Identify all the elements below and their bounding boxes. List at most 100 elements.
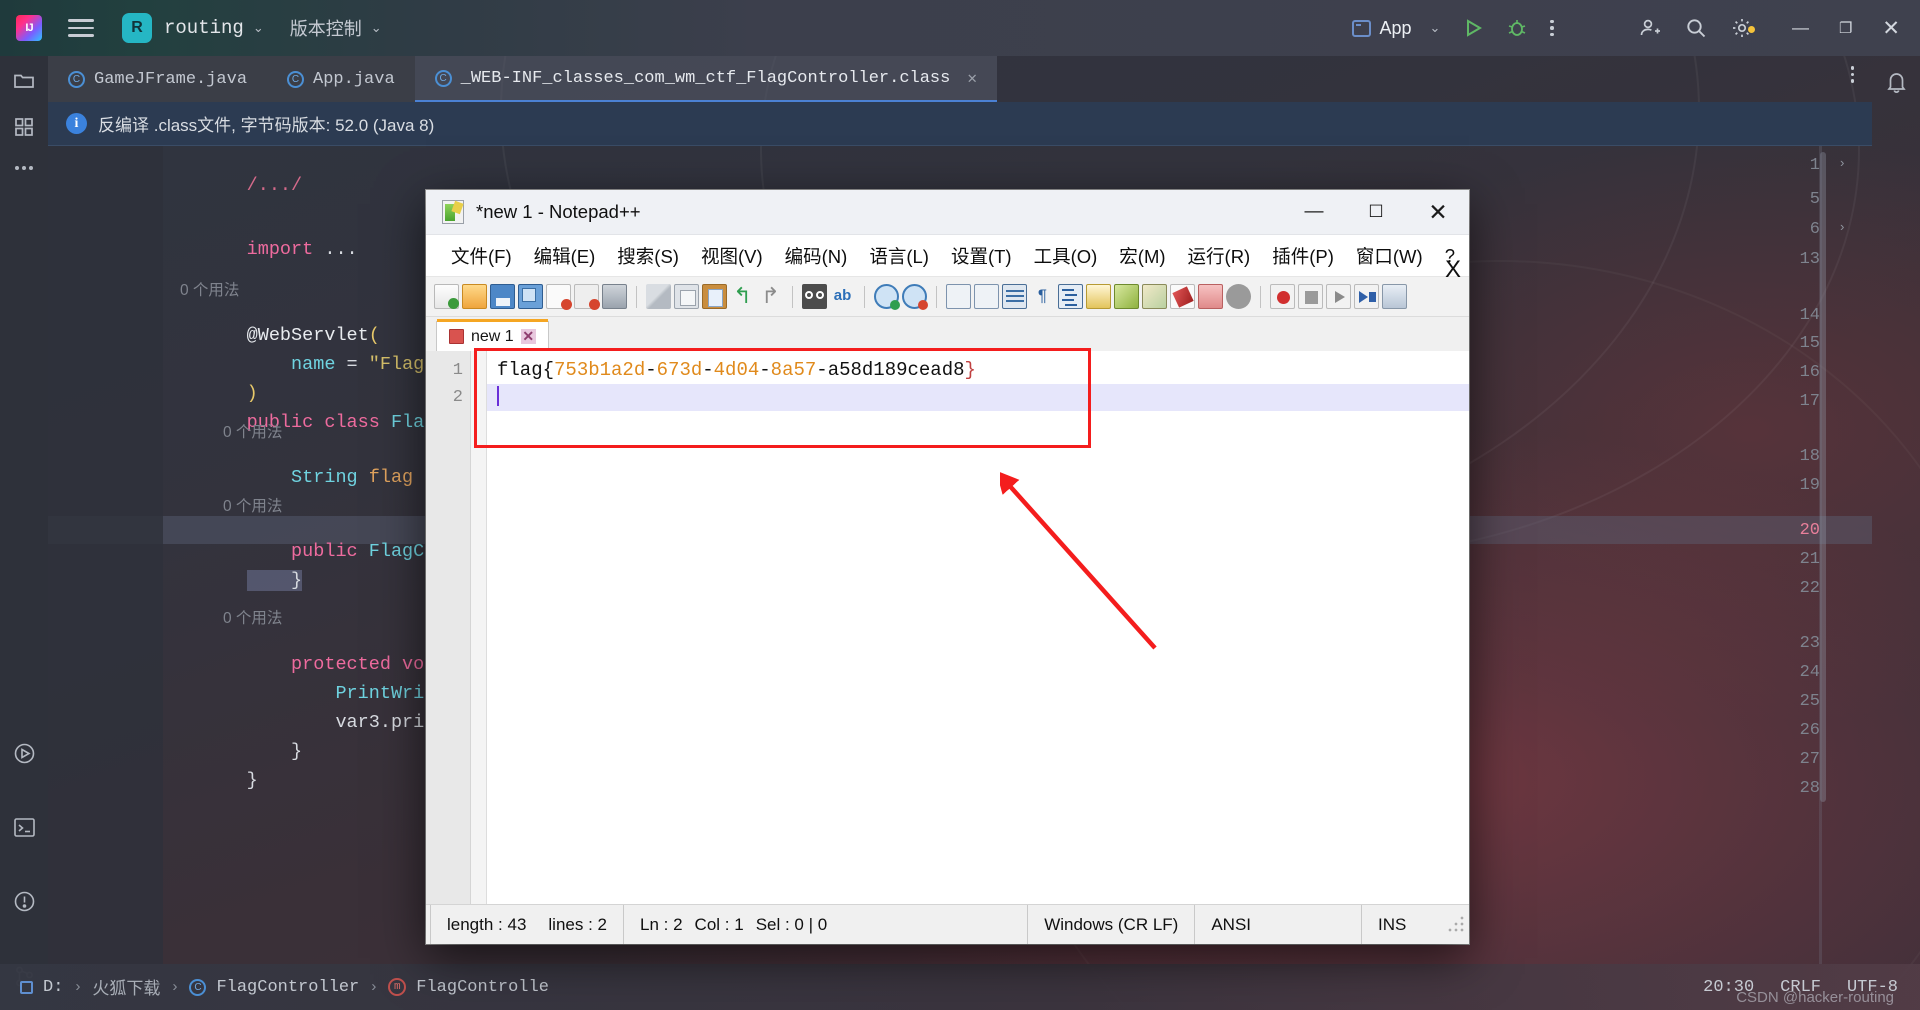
search-icon[interactable] [1684,16,1708,40]
breadcrumb-item-folder[interactable]: 火狐下载 [92,974,160,1000]
monitor-icon[interactable] [1226,284,1251,309]
run-icon[interactable] [1462,17,1484,39]
indent-guide-icon[interactable] [1058,284,1083,309]
menu-run[interactable]: 运行(R) [1177,240,1262,272]
status-encoding[interactable]: ANSI [1195,905,1363,944]
save-all-icon[interactable] [518,284,543,309]
open-file-icon[interactable] [462,284,487,309]
notifications-icon[interactable] [1885,70,1908,99]
menu-file[interactable]: 文件(F) [440,240,523,272]
sync-scroll-h-icon[interactable] [974,284,999,309]
debug-icon[interactable] [1506,17,1528,39]
menu-edit[interactable]: 编辑(E) [523,240,607,272]
find-icon[interactable] [802,284,827,309]
menu-search[interactable]: 搜索(S) [606,240,690,272]
structure-tool-icon[interactable] [13,116,35,138]
chevron-down-icon[interactable]: ⌄ [371,20,382,36]
play-macro-icon[interactable] [1326,284,1351,309]
close-all-icon[interactable] [574,284,600,310]
doc-map-icon[interactable] [1142,284,1167,309]
chevron-down-icon[interactable]: ⌄ [253,20,264,36]
main-menu-icon[interactable] [68,19,94,37]
notepad-editor-area[interactable]: 1 2 flag{753b1a2d-673d-4d04-8a57-a58d189… [426,351,1469,904]
project-tool-icon[interactable] [13,70,35,90]
status-insert-mode[interactable]: INS [1362,905,1422,944]
play-macro-multi-icon[interactable] [1354,284,1379,309]
close-file-icon[interactable] [546,284,572,310]
close-button[interactable]: ✕ [1882,16,1900,41]
vcs-menu[interactable]: 版本控制 [290,15,362,41]
tab-flagcontroller-class[interactable]: C _WEB-INF_classes_com_wm_ctf_FlagContro… [414,56,997,102]
notepad-close-button[interactable]: ✕ [1407,190,1469,234]
notepad-tab-new1[interactable]: new 1 ✕ [436,319,549,351]
tab-app[interactable]: C App.java [267,56,415,102]
sync-scroll-v-icon[interactable] [946,284,971,309]
save-macro-icon[interactable] [1382,284,1407,309]
zoom-out-icon[interactable] [902,284,928,310]
zoom-in-icon[interactable] [874,284,900,310]
toolbar-separator [936,285,937,308]
fold-arrow-icon[interactable]: › [1838,156,1846,171]
notepad-maximize-button[interactable]: ☐ [1345,190,1407,234]
minimize-button[interactable]: — [1792,18,1809,38]
breadcrumb-item-class[interactable]: FlagController [216,978,359,997]
project-badge[interactable]: R [122,13,152,43]
chevron-down-icon[interactable]: ⌄ [1430,20,1441,36]
problems-tool-icon[interactable] [13,890,36,913]
replace-icon[interactable]: ab [830,284,855,309]
menu-plugins[interactable]: 插件(P) [1261,240,1345,272]
settings-icon[interactable] [1730,16,1755,40]
line-number: 25 [1799,692,1820,711]
paste-icon[interactable] [702,284,727,309]
close-icon[interactable]: ✕ [520,328,536,344]
menu-language[interactable]: 语言(L) [858,240,940,272]
terminal-tool-icon[interactable] [13,817,36,838]
more-tools-icon[interactable] [13,164,35,172]
folder-explorer-icon[interactable] [1198,284,1223,309]
stop-macro-icon[interactable] [1298,284,1323,309]
cut-icon[interactable] [646,284,671,309]
word-wrap-icon[interactable] [1002,284,1027,309]
undo-icon[interactable]: ↰ [730,284,755,309]
breadcrumb-item-method[interactable]: FlagControlle [416,978,549,997]
tab-options-icon[interactable] [1850,66,1854,83]
menu-settings[interactable]: 设置(T) [940,240,1023,272]
save-icon[interactable] [490,284,515,309]
redo-icon[interactable]: ↱ [758,284,783,309]
usage-hint[interactable]: 0 个用法 [223,420,282,442]
notepad-text-content[interactable]: flag{753b1a2d-673d-4d04-8a57-a58d189cead… [487,351,1469,904]
notepad-plus-plus-window[interactable]: *new 1 - Notepad++ — ☐ ✕ 文件(F) 编辑(E) 搜索(… [426,190,1469,944]
copy-icon[interactable] [674,284,699,309]
tab-gamejframe[interactable]: C GameJFrame.java [48,56,268,102]
show-all-chars-icon[interactable]: ¶ [1030,284,1055,309]
usage-hint[interactable]: 0 个用法 [180,278,239,300]
run-tool-icon[interactable] [13,742,36,765]
user-lang-icon[interactable] [1114,284,1139,309]
info-icon: i [66,113,87,134]
project-name[interactable]: routing [164,17,244,39]
menu-window[interactable]: 窗口(W) [1345,240,1434,272]
status-eol[interactable]: Windows (CR LF) [1028,905,1196,944]
menu-encoding[interactable]: 编码(N) [774,240,859,272]
func-list-icon[interactable] [1170,284,1195,309]
notepad-minimize-button[interactable]: — [1283,190,1345,234]
notepad-title-bar[interactable]: *new 1 - Notepad++ — ☐ ✕ [426,190,1469,235]
close-icon[interactable]: ✕ [967,68,977,88]
print-icon[interactable] [602,284,627,309]
breadcrumb-item-drive[interactable]: D: [43,978,63,997]
usage-hint[interactable]: 0 个用法 [223,606,282,628]
menu-view[interactable]: 视图(V) [690,240,774,272]
account-icon[interactable] [1638,16,1662,40]
maximize-button[interactable]: ❐ [1839,19,1852,37]
record-macro-icon[interactable] [1270,284,1295,309]
menu-tools[interactable]: 工具(O) [1023,240,1109,272]
more-vertical-icon[interactable] [1550,19,1554,37]
fold-arrow-icon[interactable]: › [1838,220,1846,235]
resize-grip[interactable] [1447,915,1465,934]
new-file-icon[interactable] [434,284,459,309]
menu-macro[interactable]: 宏(M) [1108,240,1176,272]
usage-hint[interactable]: 0 个用法 [223,494,282,516]
run-configuration-selector[interactable]: App ⌄ [1351,18,1441,39]
code-line: } [180,549,303,612]
ui-sheet-icon[interactable] [1086,284,1111,309]
